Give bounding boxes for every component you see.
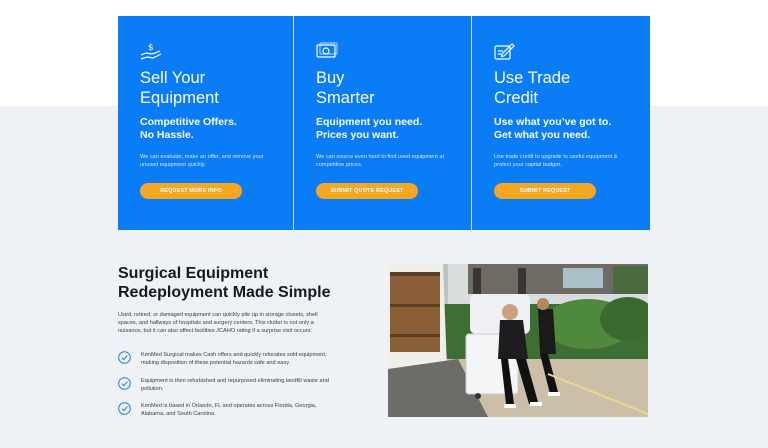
- list-item: Equipment is then refurbished and repurp…: [118, 377, 358, 393]
- list-item-text: KenMed is based in Orlando, FL and opera…: [141, 403, 317, 417]
- list-item: KenMed is based in Orlando, FL and opera…: [118, 402, 358, 418]
- card-title: Sell Your Equipment: [140, 69, 219, 107]
- card-description: We can evaluate, make an offer, and remo…: [140, 154, 264, 168]
- section-heading: Surgical Equipment Redeployment Made Sim…: [118, 265, 331, 301]
- edit-icon: [494, 43, 515, 60]
- submit-request-button[interactable]: SUBMIT REQUEST: [494, 183, 596, 199]
- list-item-text: KenMed Surgical makes Cash offers and qu…: [141, 352, 327, 366]
- movers-truck-photo: [388, 264, 648, 417]
- card-title: Buy Smarter: [316, 69, 375, 107]
- svg-text:$: $: [148, 43, 154, 53]
- list-item-text: Equipment is then refurbished and repurp…: [141, 378, 329, 392]
- card-buy-smarter: Buy Smarter Equipment you need. Prices y…: [293, 16, 471, 230]
- card-description: We can source even hard to find used equ…: [316, 154, 445, 168]
- section-intro: Used, retired, or damaged equipment can …: [118, 312, 318, 334]
- money-hand-icon: $: [140, 43, 162, 60]
- card-subtitle: Competitive Offers. No Hassle.: [140, 116, 237, 141]
- service-cards: $ Sell Your Equipment Competitive Offers…: [118, 16, 650, 230]
- check-circle-icon: [118, 377, 131, 390]
- cash-icon: [316, 42, 338, 58]
- card-sell-equipment: $ Sell Your Equipment Competitive Offers…: [118, 16, 293, 230]
- card-title: Use Trade Credit: [494, 69, 571, 107]
- redeployment-section: Surgical Equipment Redeployment Made Sim…: [118, 264, 358, 302]
- card-description: Use trade credit to upgrade to useful eq…: [494, 154, 618, 168]
- card-subtitle: Equipment you need. Prices you want.: [316, 116, 423, 141]
- card-trade-credit: Use Trade Credit Use what you’ve got to.…: [471, 16, 650, 230]
- submit-quote-request-button[interactable]: SUBMIT QUOTE REQUEST: [316, 183, 418, 199]
- list-item: KenMed Surgical makes Cash offers and qu…: [118, 351, 358, 367]
- request-more-info-button[interactable]: REQUEST MORE INFO: [140, 183, 242, 199]
- check-circle-icon: [118, 351, 131, 364]
- card-subtitle: Use what you’ve got to. Get what you nee…: [494, 116, 612, 141]
- check-circle-icon: [118, 402, 131, 415]
